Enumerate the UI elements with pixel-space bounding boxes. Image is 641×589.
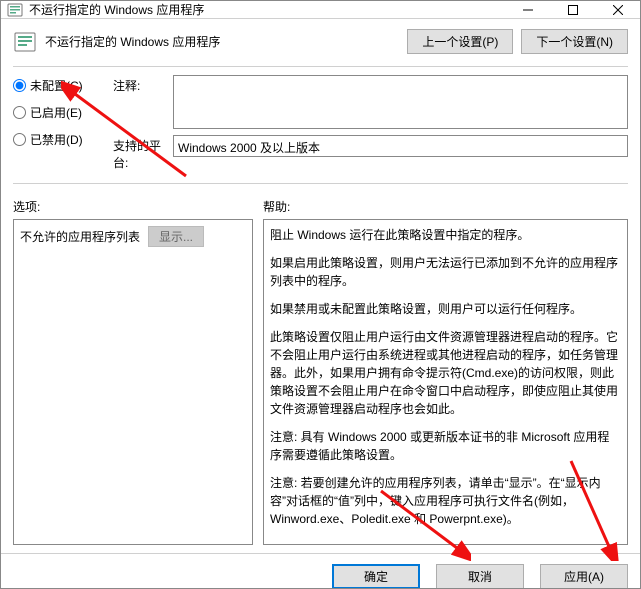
apply-button[interactable]: 应用(A)	[540, 564, 628, 589]
cancel-button[interactable]: 取消	[436, 564, 524, 589]
titlebar: 不运行指定的 Windows 应用程序	[1, 1, 640, 19]
radio-not-configured-label: 未配置(C)	[30, 77, 83, 94]
radio-disabled-input[interactable]	[13, 133, 26, 146]
comment-field[interactable]	[173, 75, 628, 129]
policy-icon	[7, 2, 23, 18]
radio-not-configured-input[interactable]	[13, 79, 26, 92]
window-controls	[505, 1, 640, 18]
radio-disabled-label: 已禁用(D)	[30, 131, 83, 148]
show-button[interactable]: 显示...	[148, 226, 204, 247]
radio-not-configured[interactable]: 未配置(C)	[13, 77, 113, 94]
help-panel[interactable]: 阻止 Windows 运行在此策略设置中指定的程序。 如果启用此策略设置，则用户…	[263, 219, 628, 545]
help-text: 注意: 若要创建允许的应用程序列表，请单击“显示”。在“显示内容”对话框的“值”…	[270, 474, 621, 528]
options-panel: 不允许的应用程序列表 显示...	[13, 219, 253, 545]
maximize-button[interactable]	[550, 1, 595, 18]
help-heading: 帮助:	[263, 198, 628, 215]
separator	[13, 66, 628, 67]
radio-enabled-input[interactable]	[13, 106, 26, 119]
policy-icon-large	[13, 30, 37, 54]
radio-disabled[interactable]: 已禁用(D)	[13, 131, 113, 148]
separator	[13, 183, 628, 184]
next-setting-button[interactable]: 下一个设置(N)	[521, 29, 628, 54]
options-heading: 选项:	[13, 198, 263, 215]
supported-label: 支持的平台:	[113, 135, 173, 171]
radio-enabled-label: 已启用(E)	[30, 104, 82, 121]
help-text: 如果启用此策略设置，则用户无法运行已添加到不允许的应用程序列表中的程序。	[270, 254, 621, 290]
help-text: 阻止 Windows 运行在此策略设置中指定的程序。	[270, 226, 621, 244]
close-button[interactable]	[595, 1, 640, 18]
disallowed-list-label: 不允许的应用程序列表	[20, 228, 140, 245]
prev-setting-button[interactable]: 上一个设置(P)	[407, 29, 513, 54]
comment-label: 注释:	[113, 75, 173, 94]
help-text: 此策略设置仅阻止用户运行由文件资源管理器进程启动的程序。它不会阻止用户运行由系统…	[270, 328, 621, 418]
ok-button[interactable]: 确定	[332, 564, 420, 589]
radio-enabled[interactable]: 已启用(E)	[13, 104, 113, 121]
supported-field: Windows 2000 及以上版本	[173, 135, 628, 157]
window-title: 不运行指定的 Windows 应用程序	[29, 1, 505, 18]
minimize-button[interactable]	[505, 1, 550, 18]
help-text: 如果禁用或未配置此策略设置，则用户可以运行任何程序。	[270, 300, 621, 318]
policy-title: 不运行指定的 Windows 应用程序	[45, 33, 399, 50]
help-text: 注意: 具有 Windows 2000 或更新版本证书的非 Microsoft …	[270, 428, 621, 464]
